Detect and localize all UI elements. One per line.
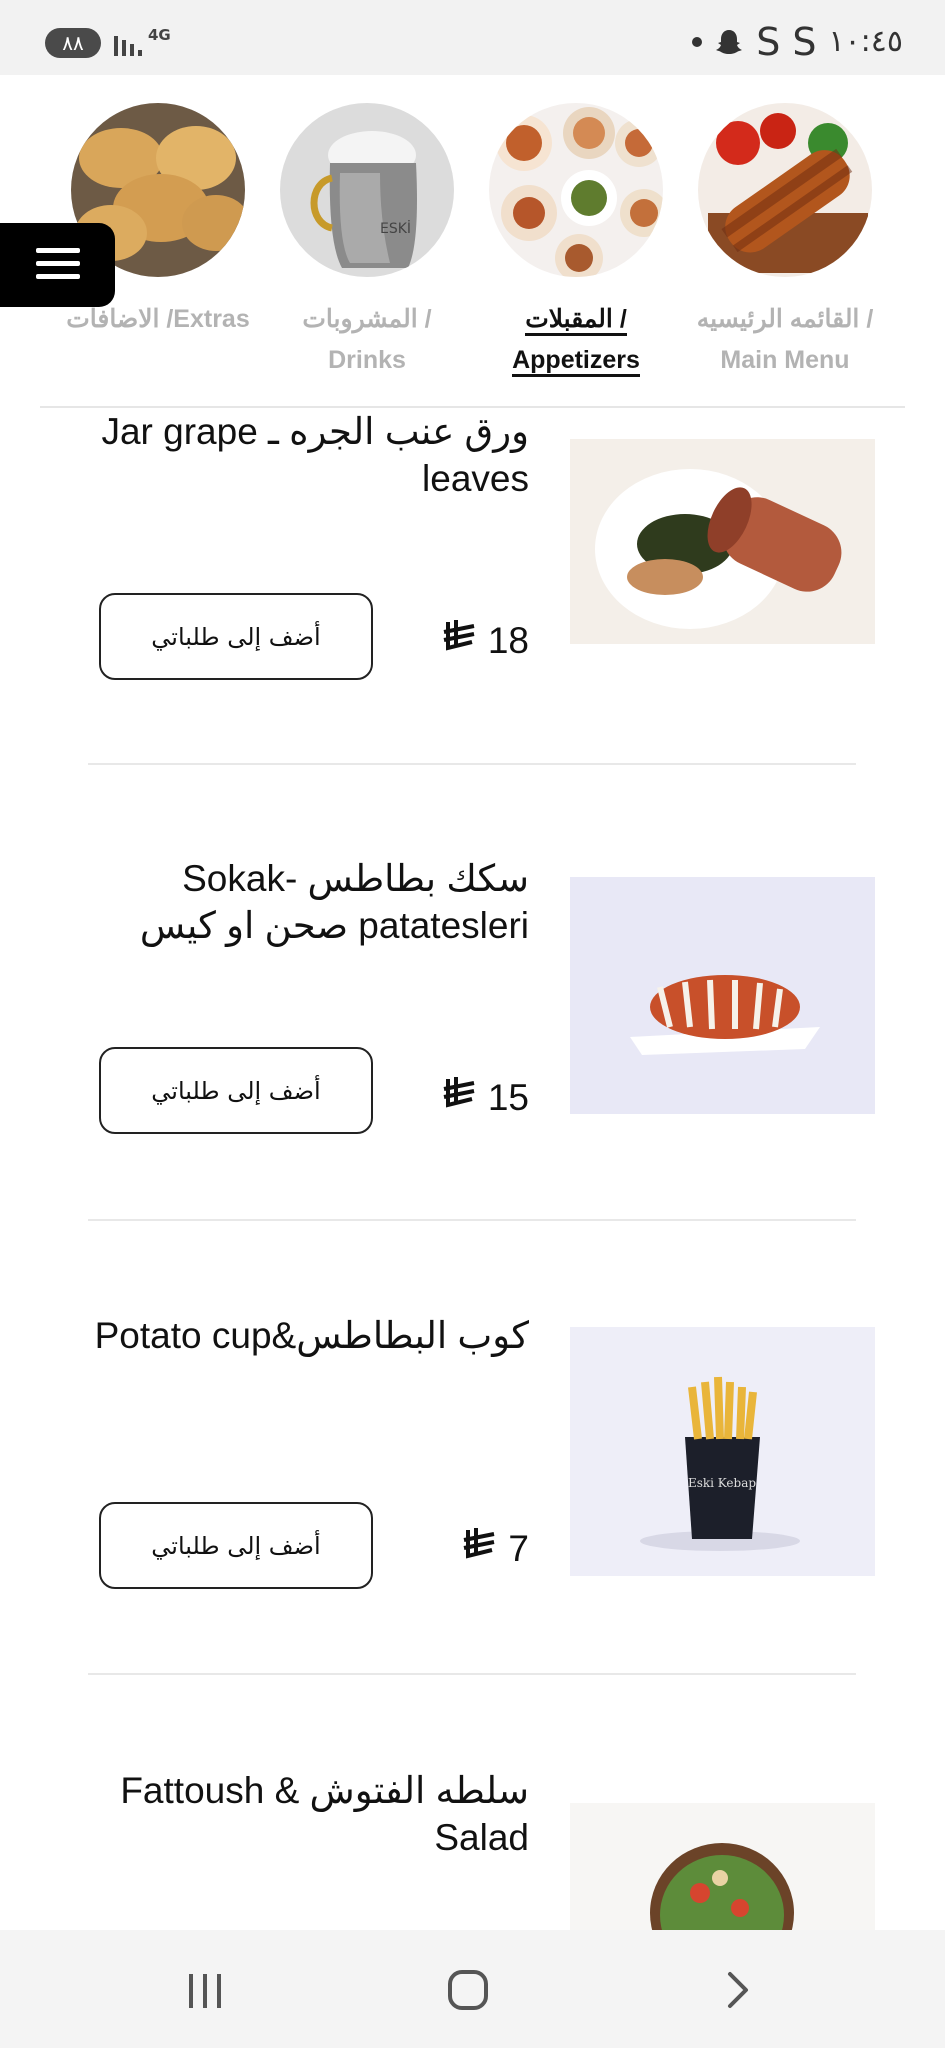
item-price: 15 [440,1075,529,1121]
riyal-icon [460,1526,496,1572]
category-appetizers[interactable]: المقبلات / Appetizers [481,103,671,381]
riyal-icon [440,618,476,664]
category-label: القائمه الرئيسيه / Main Menu [696,305,874,374]
battery-indicator: ٨٨ [45,28,101,58]
home-icon[interactable] [446,1968,490,2012]
item-name: سكك بطاطس -Sokak patatesleri صحن او كيس [139,858,529,946]
menu-item: سكك بطاطس -Sokak patatesleri صحن او كيس … [0,855,945,1212]
add-to-order-button[interactable]: أضف إلى طلباتي [99,593,373,680]
drink-pot-image: ESKİ [280,103,454,277]
system-nav-bar [0,1930,945,2048]
s-icon: S [756,20,781,64]
category-label: المشروبات / Drinks [302,305,432,374]
menu-button[interactable] [0,223,115,307]
wrap-image [698,103,872,277]
appetizers-image [489,103,663,277]
status-icons: S S ١٠:٤٥ [692,20,903,64]
item-divider [88,1673,856,1675]
item-price-value: 15 [487,1077,529,1118]
item-price: 7 [460,1526,529,1572]
category-bar: القائمه الرئيسيه / Main Menu المقبلات / … [0,75,945,408]
category-drinks[interactable]: ESKİ المشروبات / Drinks [272,103,462,381]
menu-icon [36,261,80,266]
back-icon[interactable] [716,1968,760,2012]
menu-item: ورق عنب الجره ـ Jar grape leaves 18 أضف … [0,408,945,765]
category-main-menu[interactable]: القائمه الرئيسيه / Main Menu [690,103,880,381]
s-icon: S [792,20,817,64]
item-name: كوب البطاطس&Potato cup [94,1315,529,1356]
sokak-potato-image[interactable] [570,877,875,1114]
svg-text:Eski Kebap: Eski Kebap [688,1476,756,1490]
riyal-icon [440,1075,476,1121]
grape-leaves-image[interactable] [570,439,875,644]
clock: ١٠:٤٥ [828,24,903,59]
item-price-value: 18 [487,620,529,661]
svg-text:ESKİ: ESKİ [380,219,411,237]
category-label: المقبلات / Appetizers [481,299,671,381]
menu-icon [36,248,80,253]
item-divider [88,763,856,765]
add-to-order-button[interactable]: أضف إلى طلباتي [99,1502,373,1589]
dot-icon [692,37,703,47]
potato-cup-image[interactable]: Eski Kebap [570,1327,875,1576]
item-name: سلطه الفتوش & Fattoush Salad [120,1770,529,1858]
menu-icon [36,274,80,279]
menu-item: سلطه الفتوش & Fattoush Salad [0,1765,945,1930]
menu-item: كوب البطاطس&Potato cup Eski Kebap 7 أضف … [0,1310,945,1667]
item-price: 18 [440,618,529,664]
status-bar: ٨٨ 4G S S ١٠:٤٥ [0,0,945,75]
recents-icon[interactable] [183,1968,227,2012]
item-price-value: 7 [508,1528,529,1569]
snapchat-icon [716,30,743,54]
fattoush-salad-image[interactable] [570,1803,875,1930]
item-divider [88,1219,856,1221]
add-to-order-button[interactable]: أضف إلى طلباتي [99,1047,373,1134]
network-label: 4G [148,26,171,44]
item-name: ورق عنب الجره ـ Jar grape leaves [101,411,529,499]
